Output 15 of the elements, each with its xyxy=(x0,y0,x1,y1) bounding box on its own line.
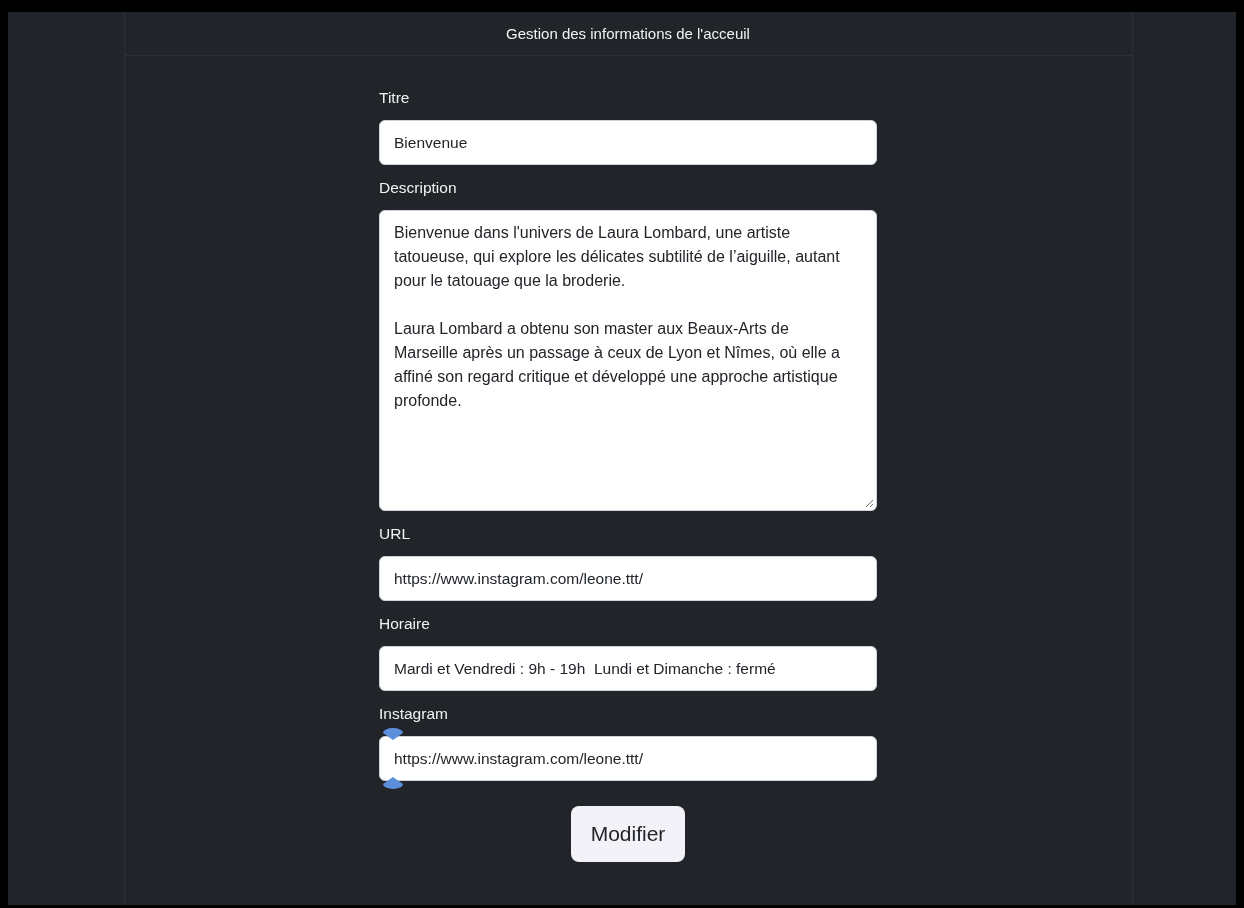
field-label: Titre xyxy=(379,88,410,108)
input-field[interactable]: https://www.instagram.com/leone.ttt/ xyxy=(379,556,877,601)
resize-grip-icon xyxy=(865,499,874,508)
selection-handle-icon[interactable] xyxy=(381,728,405,740)
field-label: Horaire xyxy=(379,614,430,634)
modify-button[interactable]: Modifier xyxy=(570,806,686,862)
input-field[interactable]: https://www.instagram.com/leone.ttt/ xyxy=(379,736,877,781)
selection-handle-icon[interactable] xyxy=(381,777,405,789)
input-field[interactable]: Mardi et Vendredi : 9h - 19h Lundi et Dimanche : fermé xyxy=(379,646,877,691)
field-label: Description xyxy=(379,178,457,198)
field-label: Instagram xyxy=(379,704,448,724)
description-textarea[interactable]: Bienvenue dans l'univers de Laura Lombard, une artiste tatoueuse, qui explore les délicates subtilité de l’aiguille, autant pour le tatouage que la broderie. Laura Lombard a obtenu son master aux Beaux-Arts de Marseille après un passage à ceux de Lyon et Nîmes, où elle a affiné son regard critique et développé une approche artistique profonde. xyxy=(379,210,877,511)
page-title: Gestion des informations de l'acceuil xyxy=(506,25,750,42)
field-label: URL xyxy=(379,524,410,544)
input-field[interactable]: Bienvenue xyxy=(379,120,877,165)
